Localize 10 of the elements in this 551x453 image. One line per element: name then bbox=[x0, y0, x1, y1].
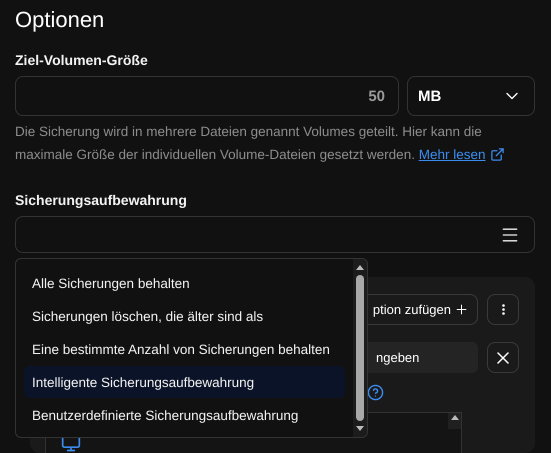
menu-option[interactable]: Eine bestimmte Anzahl von Sicherungen behalten bbox=[24, 333, 345, 365]
field-label: Ziel-Volumen-Größe bbox=[15, 51, 149, 70]
page-title: Optionen bbox=[15, 6, 106, 34]
unit-select[interactable]: MB bbox=[407, 76, 535, 116]
help-text: Die Sicherung wird in mehrere Dateien genannt Volumes geteilt. Hier kann die maximale Größe der individuellen Volume-Dateien gesetzt werden. Mehr lesen bbox=[15, 120, 535, 166]
field-label: Sicherungsaufbewahrung bbox=[15, 191, 188, 210]
read-more-link[interactable]: Mehr lesen bbox=[418, 143, 505, 166]
volume-size-field[interactable]: 50 bbox=[15, 76, 399, 116]
menu-option[interactable]: Intelligente Sicherungsaufbewahrung bbox=[24, 366, 345, 398]
menu-option[interactable]: Benutzerdefinierte Sicherungsaufbewahrung bbox=[24, 399, 345, 431]
